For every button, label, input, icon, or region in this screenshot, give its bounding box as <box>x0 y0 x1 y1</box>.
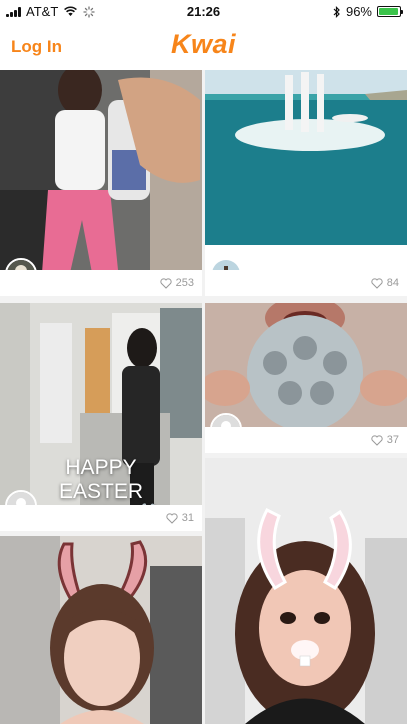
video-card[interactable] <box>205 458 407 724</box>
heart-icon <box>371 277 383 289</box>
battery-icon <box>377 6 403 17</box>
like-count-value: 37 <box>386 434 399 446</box>
like-count-value: 84 <box>386 277 399 289</box>
video-thumbnail <box>205 70 407 245</box>
like-count[interactable]: 84 <box>371 277 399 289</box>
card-footer: 253 <box>0 270 202 296</box>
card-footer: 84 <box>205 270 407 296</box>
top-nav: Log In Kwai <box>0 22 407 70</box>
battery-fill <box>379 8 399 15</box>
video-card[interactable]: HAPPY EASTER FOOLS!!! 🐰 31 <box>0 303 202 531</box>
like-count[interactable]: 37 <box>371 434 399 446</box>
video-thumbnail <box>205 458 407 724</box>
like-count[interactable]: 253 <box>160 277 194 289</box>
card-footer: 31 <box>0 505 202 531</box>
video-thumbnail <box>0 536 202 724</box>
bluetooth-icon <box>333 5 340 18</box>
video-thumbnail <box>0 70 202 273</box>
status-bar: AT&T 21:26 96% <box>0 0 407 22</box>
like-count[interactable]: 31 <box>166 512 194 524</box>
video-thumbnail <box>205 303 407 427</box>
like-count-value: 31 <box>181 512 194 524</box>
video-card[interactable]: 37 <box>205 303 407 453</box>
heart-icon <box>160 277 172 289</box>
like-count-value: 253 <box>175 277 194 289</box>
heart-icon <box>371 434 383 446</box>
kwai-logo: Kwai <box>170 29 237 59</box>
heart-icon <box>166 512 178 524</box>
video-card[interactable]: 253 <box>0 70 202 296</box>
video-card[interactable] <box>0 536 202 724</box>
video-card[interactable]: 84 <box>205 70 407 296</box>
battery-percent: 96% <box>345 4 372 19</box>
card-footer: 37 <box>205 427 407 453</box>
video-feed[interactable]: 253 84 HAPPY EASTER 31 37 <box>0 70 407 724</box>
